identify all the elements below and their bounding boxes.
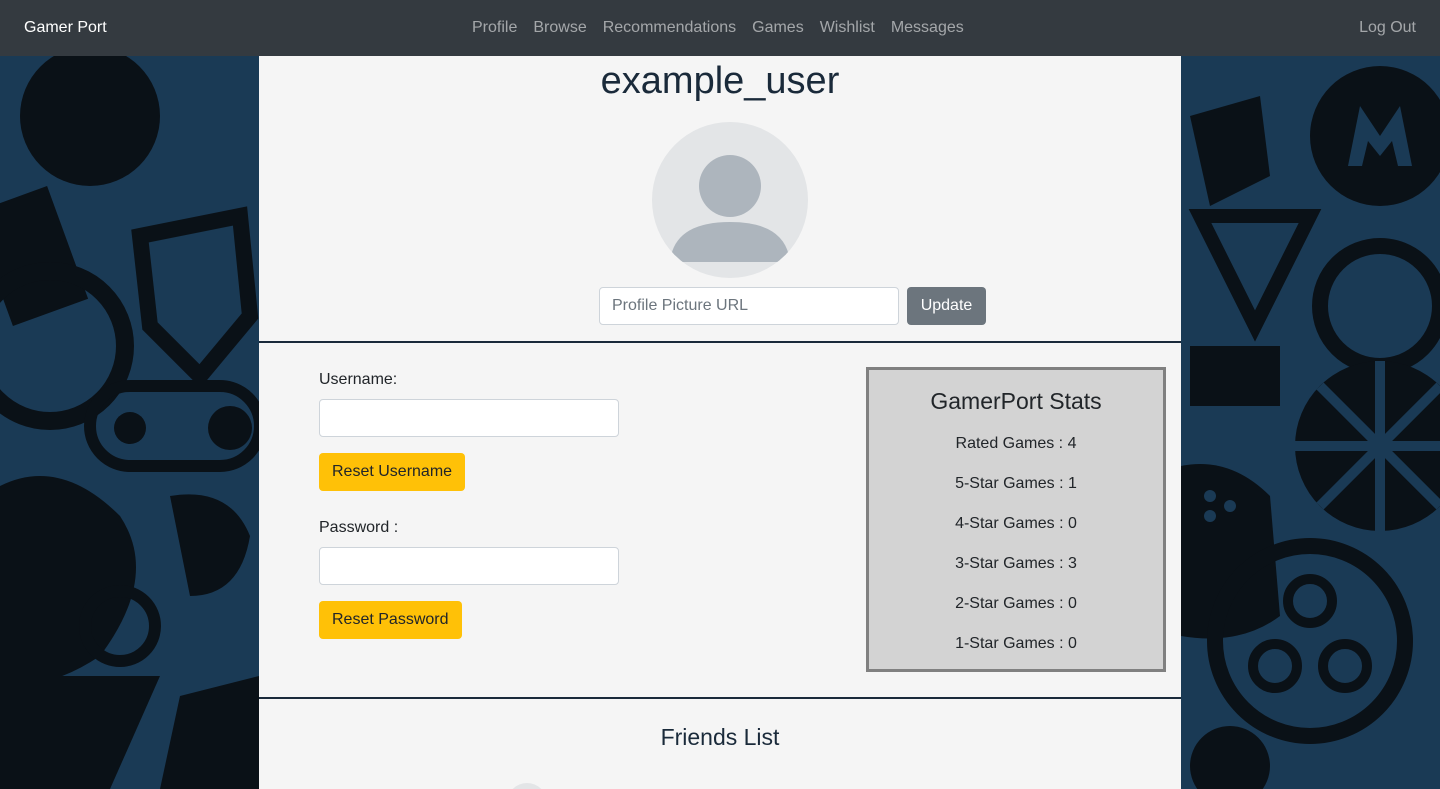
- nav-links: Profile Browse Recommendations Games Wis…: [464, 0, 972, 56]
- top-navbar: Gamer Port Profile Browse Recommendation…: [0, 0, 1440, 56]
- password-label: Password :: [319, 519, 399, 536]
- logout-link[interactable]: Log Out: [1359, 0, 1416, 56]
- nav-profile[interactable]: Profile: [464, 19, 525, 37]
- friend-avatar[interactable]: [507, 783, 547, 789]
- section-divider-friends: [259, 697, 1181, 699]
- reset-password-button[interactable]: Reset Password: [319, 601, 462, 639]
- section-divider: [259, 341, 1181, 343]
- password-input[interactable]: [319, 547, 619, 585]
- stat-4-star-games: 4-Star Games : 0: [955, 515, 1077, 532]
- stat-2-star-games: 2-Star Games : 0: [955, 595, 1077, 612]
- avatar: [652, 122, 808, 278]
- brand-logo[interactable]: Gamer Port: [24, 0, 107, 56]
- nav-games[interactable]: Games: [744, 19, 812, 37]
- stat-3-star-games: 3-Star Games : 3: [955, 555, 1077, 572]
- profile-picture-url-input[interactable]: [599, 287, 899, 325]
- update-button[interactable]: Update: [907, 287, 986, 325]
- reset-username-button[interactable]: Reset Username: [319, 453, 466, 491]
- stat-5-star-games: 5-Star Games : 1: [955, 475, 1077, 492]
- page-title: example_user: [600, 60, 840, 102]
- nav-messages[interactable]: Messages: [883, 19, 972, 37]
- stat-rated-games: Rated Games : 4: [955, 435, 1077, 452]
- nav-wishlist[interactable]: Wishlist: [812, 19, 883, 37]
- user-silhouette-icon: [670, 155, 790, 262]
- nav-recommendations[interactable]: Recommendations: [595, 19, 744, 37]
- friends-list-title: Friends List: [660, 724, 780, 750]
- nav-browse[interactable]: Browse: [525, 19, 594, 37]
- stats-card: GamerPort Stats Rated Games : 4 5-Star G…: [866, 367, 1166, 672]
- username-input[interactable]: [319, 399, 619, 437]
- username-label: Username:: [319, 371, 398, 388]
- profile-panel: example_user Update Username: Reset User…: [259, 56, 1181, 789]
- stats-title: GamerPort Stats: [930, 388, 1102, 414]
- stat-1-star-games: 1-Star Games : 0: [955, 635, 1077, 652]
